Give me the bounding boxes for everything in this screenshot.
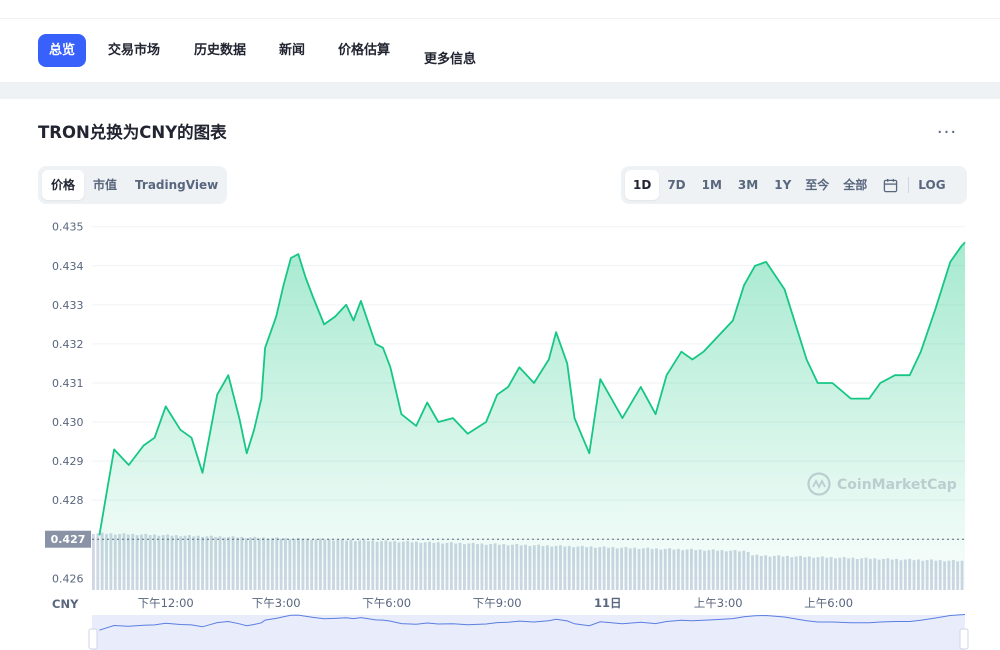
- range-7d[interactable]: 7D: [659, 170, 693, 200]
- x-tick-label: 下午12:00: [138, 596, 194, 610]
- y-tick-label: 0.434: [52, 260, 84, 273]
- x-tick-label: 下午9:00: [473, 596, 522, 610]
- volume-bar: [92, 534, 95, 590]
- edge-more-icon: ⋮: [994, 118, 1000, 136]
- watermark-text: CoinMarketCap: [837, 477, 957, 493]
- range-1y[interactable]: 1Y: [766, 170, 799, 200]
- volume-bar: [96, 533, 100, 590]
- price-chart[interactable]: 0.435 0.434 0.433 0.432 0.431 0.430 0.429 0.428…: [0, 205, 1000, 650]
- range-3m[interactable]: 3M: [730, 170, 766, 200]
- y-tick-label: 0.433: [52, 299, 84, 312]
- y-tick-label: 0.432: [52, 338, 84, 351]
- more-options-button[interactable]: ···: [932, 121, 962, 149]
- range-divider: [908, 177, 910, 193]
- log-scale-toggle[interactable]: LOG: [912, 170, 951, 200]
- x-tick-label: 下午6:00: [362, 596, 411, 610]
- navigator-left-handle[interactable]: [88, 628, 98, 650]
- y-tick-label: 0.428: [52, 494, 84, 507]
- tab-tradingview[interactable]: TradingView: [126, 170, 227, 200]
- section-divider-band: [0, 82, 1000, 99]
- range-ytd[interactable]: 至今: [799, 170, 835, 200]
- y-tick-label: 0.435: [52, 221, 84, 234]
- navigator-right-handle[interactable]: [959, 628, 969, 650]
- calendar-icon[interactable]: [875, 170, 905, 200]
- range-navigator[interactable]: [88, 614, 969, 650]
- current-price-badge: 0.427: [45, 530, 91, 548]
- nav-item-price-estimate[interactable]: 价格估算: [327, 34, 401, 67]
- nav-item-historical-data[interactable]: 历史数据: [183, 34, 257, 67]
- y-tick-label: 0.429: [52, 455, 84, 468]
- time-range-tabs: 1D 7D 1M 3M 1Y 至今 全部 LOG: [621, 166, 967, 204]
- tab-price[interactable]: 价格: [42, 170, 85, 200]
- x-tick-label: 上午6:00: [804, 596, 853, 610]
- chart-view-tabs: 价格 市值 TradingView: [38, 166, 227, 204]
- nav-item-markets[interactable]: 交易市场: [97, 34, 171, 67]
- price-area: [99, 242, 965, 591]
- range-all[interactable]: 全部: [835, 170, 875, 200]
- chart-title: TRON兑换为CNY的图表: [38, 123, 227, 142]
- x-tick-label: 上午3:00: [694, 596, 743, 610]
- range-1d[interactable]: 1D: [625, 170, 660, 200]
- tab-market-cap[interactable]: 市值: [84, 170, 126, 200]
- currency-label: CNY: [52, 597, 79, 611]
- nav-item-news[interactable]: 新闻: [268, 34, 316, 67]
- y-tick-label: 0.426: [52, 572, 84, 585]
- nav-item-more-info[interactable]: 更多信息: [413, 43, 487, 76]
- nav-item-overview[interactable]: 总览: [38, 34, 87, 67]
- y-tick-label: 0.431: [52, 377, 84, 390]
- range-1m[interactable]: 1M: [694, 170, 730, 200]
- current-price-label: 0.427: [51, 533, 86, 546]
- x-tick-label: 11日: [594, 596, 622, 610]
- y-tick-label: 0.430: [52, 416, 84, 429]
- section-nav: 总览 交易市场 历史数据 新闻 价格估算 更多信息: [0, 19, 1000, 82]
- x-tick-label: 下午3:00: [252, 596, 301, 610]
